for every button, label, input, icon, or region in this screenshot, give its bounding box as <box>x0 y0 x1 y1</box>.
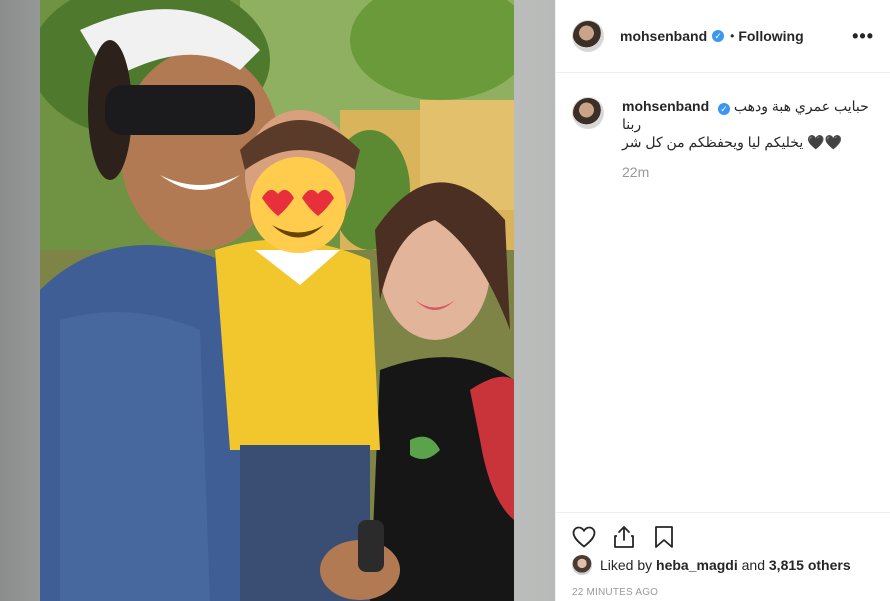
caption-text-line2: 🖤🖤 يخليكم ليا ويحفظكم من كل شر <box>622 134 842 150</box>
post-sidebar: mohsenband ✓ • Following ••• mohsenband … <box>555 0 890 601</box>
likes-others-link[interactable]: 3,815 others <box>769 557 851 573</box>
verified-badge-icon: ✓ <box>712 30 725 42</box>
more-options-icon[interactable]: ••• <box>852 26 874 47</box>
caption: mohsenband ✓ حبايب عمري هبة ودهب ربنا 🖤🖤… <box>556 73 890 181</box>
photo-backdrop <box>0 0 555 601</box>
follow-separator: • <box>730 29 735 43</box>
bookmark-icon[interactable] <box>650 523 678 551</box>
heart-icon[interactable] <box>570 523 598 551</box>
caption-username[interactable]: mohsenband <box>622 98 709 114</box>
caption-avatar[interactable] <box>572 97 604 129</box>
post-header: mohsenband ✓ • Following ••• <box>556 0 890 73</box>
photo-illustration <box>40 0 514 601</box>
likes-summary: Liked by heba_magdi and 3,815 others <box>572 555 851 575</box>
caption-time[interactable]: 22m <box>622 163 874 181</box>
likes-prefix: Liked by <box>600 557 653 573</box>
post-photo[interactable] <box>40 0 514 601</box>
post-timestamp[interactable]: 22 MINUTES AGO <box>572 587 658 598</box>
share-icon[interactable] <box>610 523 638 551</box>
liker-avatar[interactable] <box>572 555 592 575</box>
liker-username[interactable]: heba_magdi <box>656 557 738 573</box>
following-button[interactable]: Following <box>738 28 803 44</box>
author-avatar[interactable] <box>572 20 604 52</box>
author-username[interactable]: mohsenband <box>620 28 707 44</box>
verified-badge-icon: ✓ <box>718 103 731 115</box>
likes-connector: and <box>741 557 765 573</box>
post-actions <box>556 512 890 552</box>
caption-body: mohsenband ✓ حبايب عمري هبة ودهب ربنا 🖤🖤… <box>622 97 874 181</box>
